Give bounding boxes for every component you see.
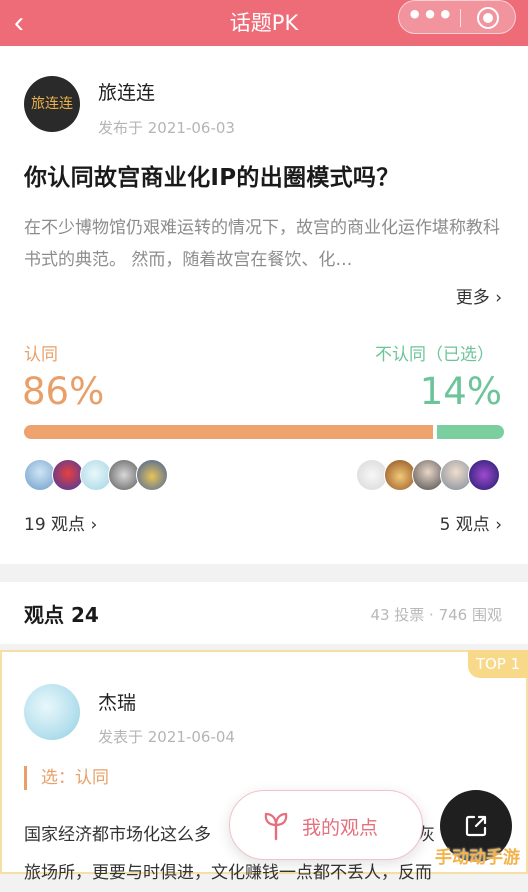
author-logo[interactable]: 旅连连 bbox=[24, 76, 80, 132]
mini-program-capsule: ••• bbox=[398, 0, 516, 34]
top-bar: ‹ 话题PK ••• bbox=[0, 0, 528, 46]
avatar[interactable] bbox=[24, 684, 80, 740]
more-link[interactable]: 更多 › bbox=[456, 283, 502, 308]
topic-question: 你认同故宫商业化IP的出圈模式吗？ bbox=[24, 165, 400, 191]
watermark: 手动动手游 bbox=[435, 848, 520, 868]
vote-stats: 43 投票 · 746 围观 bbox=[370, 606, 502, 624]
topic-description: 在不少博物馆仍艰难运转的情况下，故宫的商业化运作堪称教科书式的典范。 然而，随着… bbox=[24, 218, 500, 270]
avatar bbox=[468, 459, 500, 491]
agree-view-count[interactable]: 19 观点 › bbox=[24, 510, 97, 535]
comment-choice: 选：认同 bbox=[24, 766, 109, 790]
author-name[interactable]: 旅连连 bbox=[98, 78, 155, 105]
disagree-bar-fill bbox=[437, 425, 504, 439]
more-dots-icon[interactable]: ••• bbox=[399, 1, 461, 33]
disagree-label[interactable]: 不认同（已选） bbox=[375, 340, 494, 365]
vote-progress-bar bbox=[24, 425, 504, 439]
agree-bar-fill bbox=[24, 425, 433, 439]
target-icon[interactable] bbox=[477, 7, 499, 29]
agree-percent: 86% bbox=[22, 370, 105, 413]
share-icon bbox=[465, 815, 487, 837]
avatar bbox=[136, 459, 168, 491]
commenter-name[interactable]: 杰瑞 bbox=[98, 688, 136, 715]
my-view-button[interactable]: 我的观点 bbox=[229, 790, 423, 860]
comment-date: 发表于 2021-06-04 bbox=[98, 728, 235, 746]
post-date: 发布于 2021-06-03 bbox=[98, 119, 235, 137]
views-title: 观点 24 bbox=[24, 603, 99, 627]
capsule-divider bbox=[460, 9, 461, 27]
top-badge: TOP 1 bbox=[468, 650, 528, 678]
sprout-icon bbox=[264, 812, 288, 841]
disagree-view-count[interactable]: 5 观点 › bbox=[440, 510, 502, 535]
disagree-percent: 14% bbox=[419, 370, 502, 413]
my-view-label: 我的观点 bbox=[302, 817, 379, 839]
agree-label[interactable]: 认同 bbox=[24, 340, 58, 365]
